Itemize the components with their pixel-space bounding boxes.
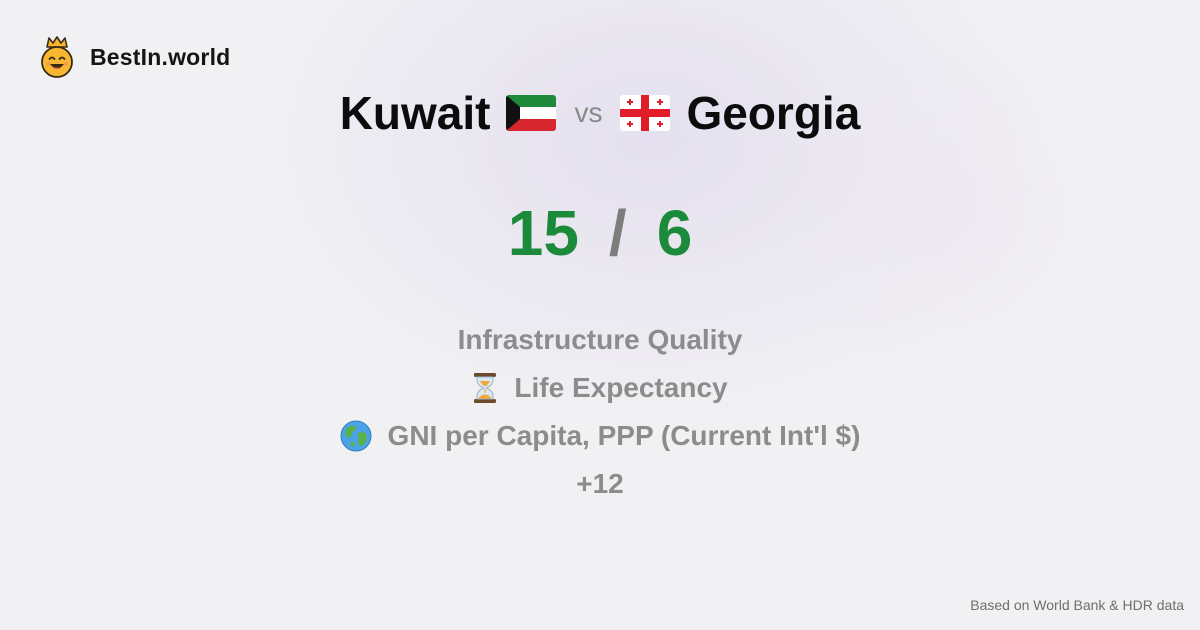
right-country-name: Georgia — [686, 87, 861, 139]
globe-icon — [340, 420, 372, 452]
left-country-name: Kuwait — [339, 87, 491, 139]
crowned-smiley-icon — [41, 36, 73, 78]
score-row: 15 / 6 — [0, 196, 1200, 270]
kuwait-flag-icon — [506, 95, 557, 131]
brand-name: BestIn.world — [90, 43, 231, 70]
georgia-flag-icon — [620, 95, 671, 131]
brand[interactable]: BestIn.world — [38, 36, 230, 78]
comparison-title: Kuwait vs Georgia — [0, 86, 1200, 140]
category-list: Infrastructure Quality Life Expectancy G… — [0, 316, 1200, 508]
category-item: Infrastructure Quality — [458, 316, 743, 364]
vs-label: vs — [574, 97, 603, 128]
category-item: Life Expectancy — [472, 364, 728, 412]
category-label: Life Expectancy — [514, 372, 728, 403]
right-score: 6 — [656, 197, 693, 269]
hourglass-icon — [474, 373, 497, 403]
data-source-footer: Based on World Bank & HDR data — [970, 597, 1184, 613]
category-label: GNI per Capita, PPP (Current Int'l $) — [387, 420, 861, 451]
left-score: 15 — [507, 197, 579, 269]
category-label: Infrastructure Quality — [457, 324, 743, 355]
category-item: GNI per Capita, PPP (Current Int'l $) — [340, 412, 861, 460]
more-categories-count: +12 — [576, 468, 624, 499]
score-separator: / — [608, 197, 627, 269]
